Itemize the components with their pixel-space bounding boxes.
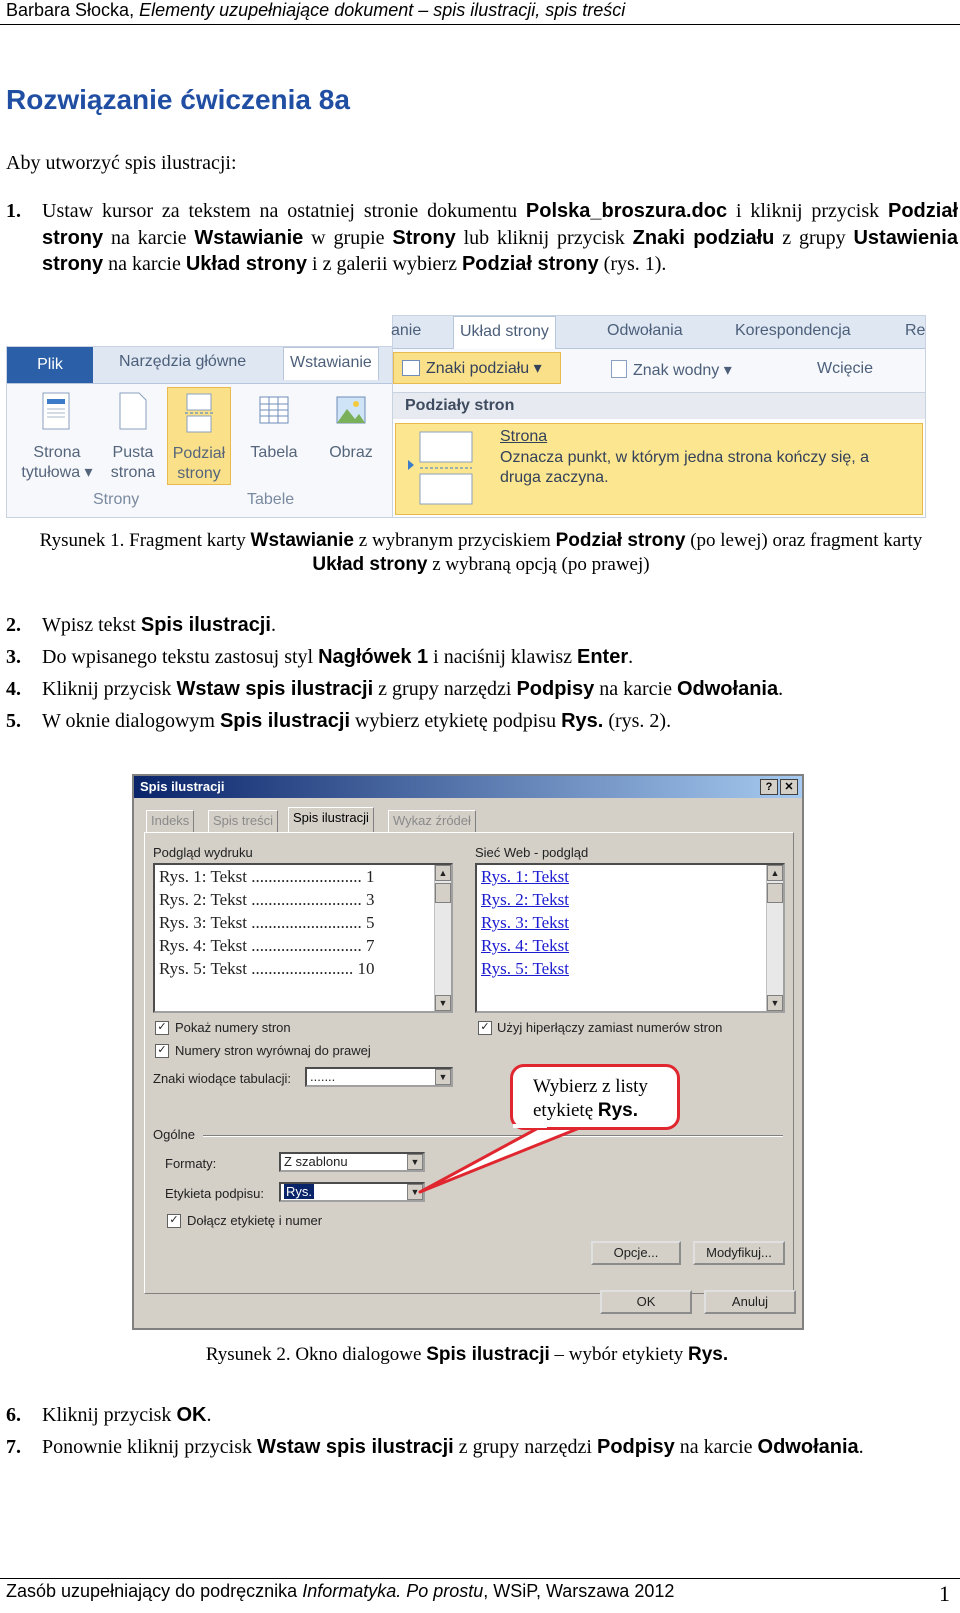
footer-divider [0, 1578, 960, 1579]
callout-joint [513, 1124, 547, 1128]
step-7: 7. Ponownie kliknij przycisk Wstaw spis … [6, 1434, 958, 1461]
caption-text: Rysunek 2. Okno dialogowe [205, 1344, 427, 1365]
step-bold: Odwołania [757, 1436, 859, 1458]
caption-bold: Spis ilustracji [426, 1344, 550, 1365]
step-text: Ponownie kliknij przycisk [42, 1436, 257, 1458]
callout-text: etykietę [533, 1100, 598, 1121]
callout-note: Wybierz z listy etykietę Rys. [510, 1064, 680, 1130]
step-number: 6. [6, 1404, 21, 1426]
footer-text: , WSiP, Warszawa 2012 [483, 1581, 675, 1601]
step-bold: Podpisy [596, 1436, 675, 1458]
figure-2-caption: Rysunek 2. Okno dialogowe Spis ilustracj… [0, 1343, 934, 1367]
step-number: 7. [6, 1436, 21, 1458]
step-6: 6. Kliknij przycisk OK. [6, 1402, 958, 1429]
callout-bold: Rys. [597, 1100, 639, 1121]
footer-book-title: Informatyka. Po prostu [302, 1581, 484, 1601]
step-text: . [858, 1436, 864, 1458]
step-text: . [206, 1404, 212, 1426]
callout-text: Wybierz z listy [533, 1076, 648, 1097]
step-text: na karcie [674, 1436, 758, 1458]
page-number: 1 [939, 1581, 950, 1606]
footer: Zasób uzupełniający do podręcznika Infor… [6, 1581, 674, 1602]
step-bold: Wstaw spis ilustracji [256, 1436, 454, 1458]
caption-bold: Rys. [688, 1344, 729, 1365]
step-text: z grupy narzędzi [453, 1436, 597, 1458]
step-text: Kliknij przycisk [42, 1404, 177, 1426]
callout-pointer [418, 1125, 584, 1194]
footer-text: Zasób uzupełniający do podręcznika [6, 1581, 303, 1601]
step-bold: OK [176, 1404, 207, 1426]
caption-text: – wybór etykiety [549, 1344, 689, 1365]
